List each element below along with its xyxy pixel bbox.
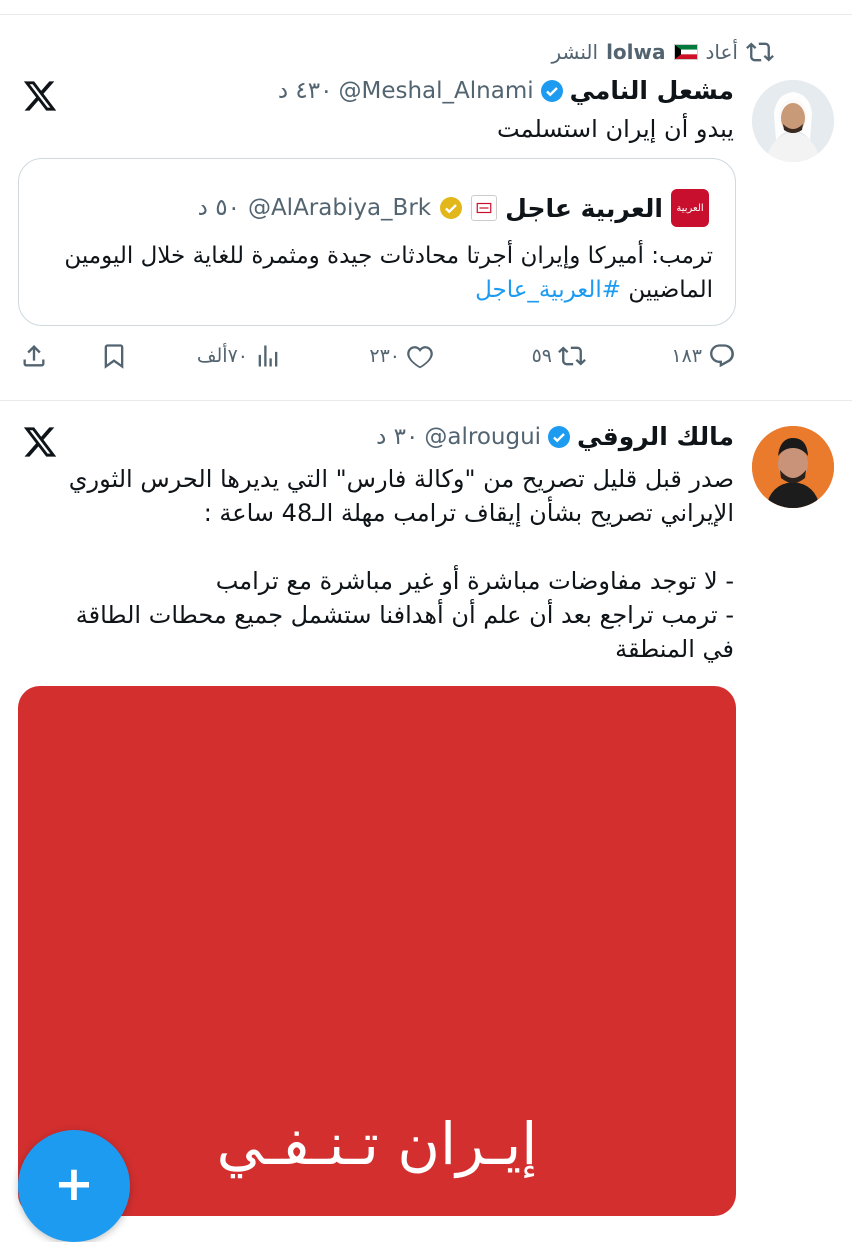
avatar[interactable] (752, 80, 834, 162)
tweet2-text-line2: الإيراني تصريح بشأن إيقاف ترامب مهلة الـ… (203, 499, 734, 527)
x-logo-icon[interactable] (22, 424, 58, 460)
views-chart-icon (258, 345, 278, 367)
tweet2-media-image[interactable]: إيـران تـنـفـي (18, 686, 736, 1216)
quoted-tweet[interactable]: العربية العربية عاجل @AlArabiya_Brk ٥٠ د… (18, 158, 736, 326)
retweet-count: ٥٩ (531, 345, 552, 367)
retweet-user[interactable]: lolwa (606, 40, 665, 64)
share-button[interactable] (20, 342, 48, 370)
quote-text: ترمب: أميركا وإيران أجرتا محادثات جيدة و… (33, 239, 713, 307)
retweet-label: أعاد (705, 40, 739, 64)
x-logo-icon[interactable] (22, 78, 58, 114)
retweet-action-icon (558, 346, 586, 366)
reply-button[interactable]: ١٨٣ (671, 342, 736, 370)
tweet2-text-line4: - ترمب تراجع بعد أن علم أن أهدافنا ستشمل… (75, 601, 734, 629)
tweet2-handle[interactable]: @alrougui (424, 424, 541, 450)
like-button[interactable]: ٢٣٠ (369, 342, 434, 370)
retweet-suffix: النشر (551, 40, 599, 64)
tweet-divider (0, 400, 852, 401)
quote-time[interactable]: ٥٠ د (198, 195, 240, 221)
retweet-icon (746, 38, 774, 66)
share-icon (23, 345, 45, 367)
tweet2-text-line3: - لا توجد مفاوضات مباشرة أو غير مباشرة م… (215, 567, 734, 595)
tweet2-time[interactable]: ٣٠ د (376, 424, 418, 450)
quote-handle[interactable]: @AlArabiya_Brk (248, 195, 431, 221)
retweet-indicator[interactable]: أعاد lolwa النشر (552, 38, 775, 66)
tweet1-handle[interactable]: @Meshal_Alnami (338, 78, 533, 104)
tweet1-text: يبدو أن إيران استسلمت (497, 115, 734, 143)
plus-icon: + (53, 1156, 95, 1212)
tweet1-actions: ١٨٣ ٥٩ ٢٣٠ ٧٠ألف (0, 342, 852, 378)
quote-logo-text: العربية (676, 202, 704, 214)
reply-icon (710, 344, 734, 368)
tweet2-header: مالك الروقي @alrougui ٣٠ د (376, 422, 734, 451)
verified-badge-icon (540, 79, 564, 103)
views-button[interactable]: ٧٠ألف (197, 342, 282, 370)
avatar[interactable] (752, 426, 834, 508)
retweet-button[interactable]: ٥٩ (532, 342, 586, 370)
quote-hashtag[interactable]: #العربية_عاجل (475, 277, 621, 303)
tweet1-time[interactable]: ٤٣٠ د (278, 78, 333, 104)
bookmark-icon (104, 344, 124, 369)
like-count: ٢٣٠ (369, 345, 400, 367)
views-count: ٧٠ألف (196, 345, 248, 367)
alarabiya-logo-icon: العربية (671, 189, 709, 227)
heart-icon (407, 346, 433, 369)
verified-badge-icon (547, 425, 571, 449)
tweet1-author-name[interactable]: مشعل النامي (570, 76, 734, 105)
tweet2-text-line5: في المنطقة (615, 635, 734, 663)
quote-author-name[interactable]: العربية عاجل (505, 194, 663, 223)
tweet1-header: مشعل النامي @Meshal_Alnami ٤٣٠ د (278, 76, 734, 105)
reply-count: ١٨٣ (671, 345, 702, 367)
quote-header: العربية العربية عاجل @AlArabiya_Brk ٥٠ د (198, 189, 709, 227)
compose-tweet-button[interactable]: + (18, 1130, 130, 1242)
top-divider (0, 14, 852, 15)
kuwait-flag-icon (673, 44, 698, 60)
bookmark-button[interactable] (100, 342, 128, 370)
affiliate-badge-icon (471, 195, 498, 221)
tweet2-text-line1: صدر قبل قليل تصريح من "وكالة فارس" التي … (68, 465, 734, 493)
gold-verified-badge-icon (439, 196, 463, 220)
tweet2-text: صدر قبل قليل تصريح من "وكالة فارس" التي … (34, 462, 734, 666)
tweet2-author-name[interactable]: مالك الروقي (577, 422, 734, 451)
